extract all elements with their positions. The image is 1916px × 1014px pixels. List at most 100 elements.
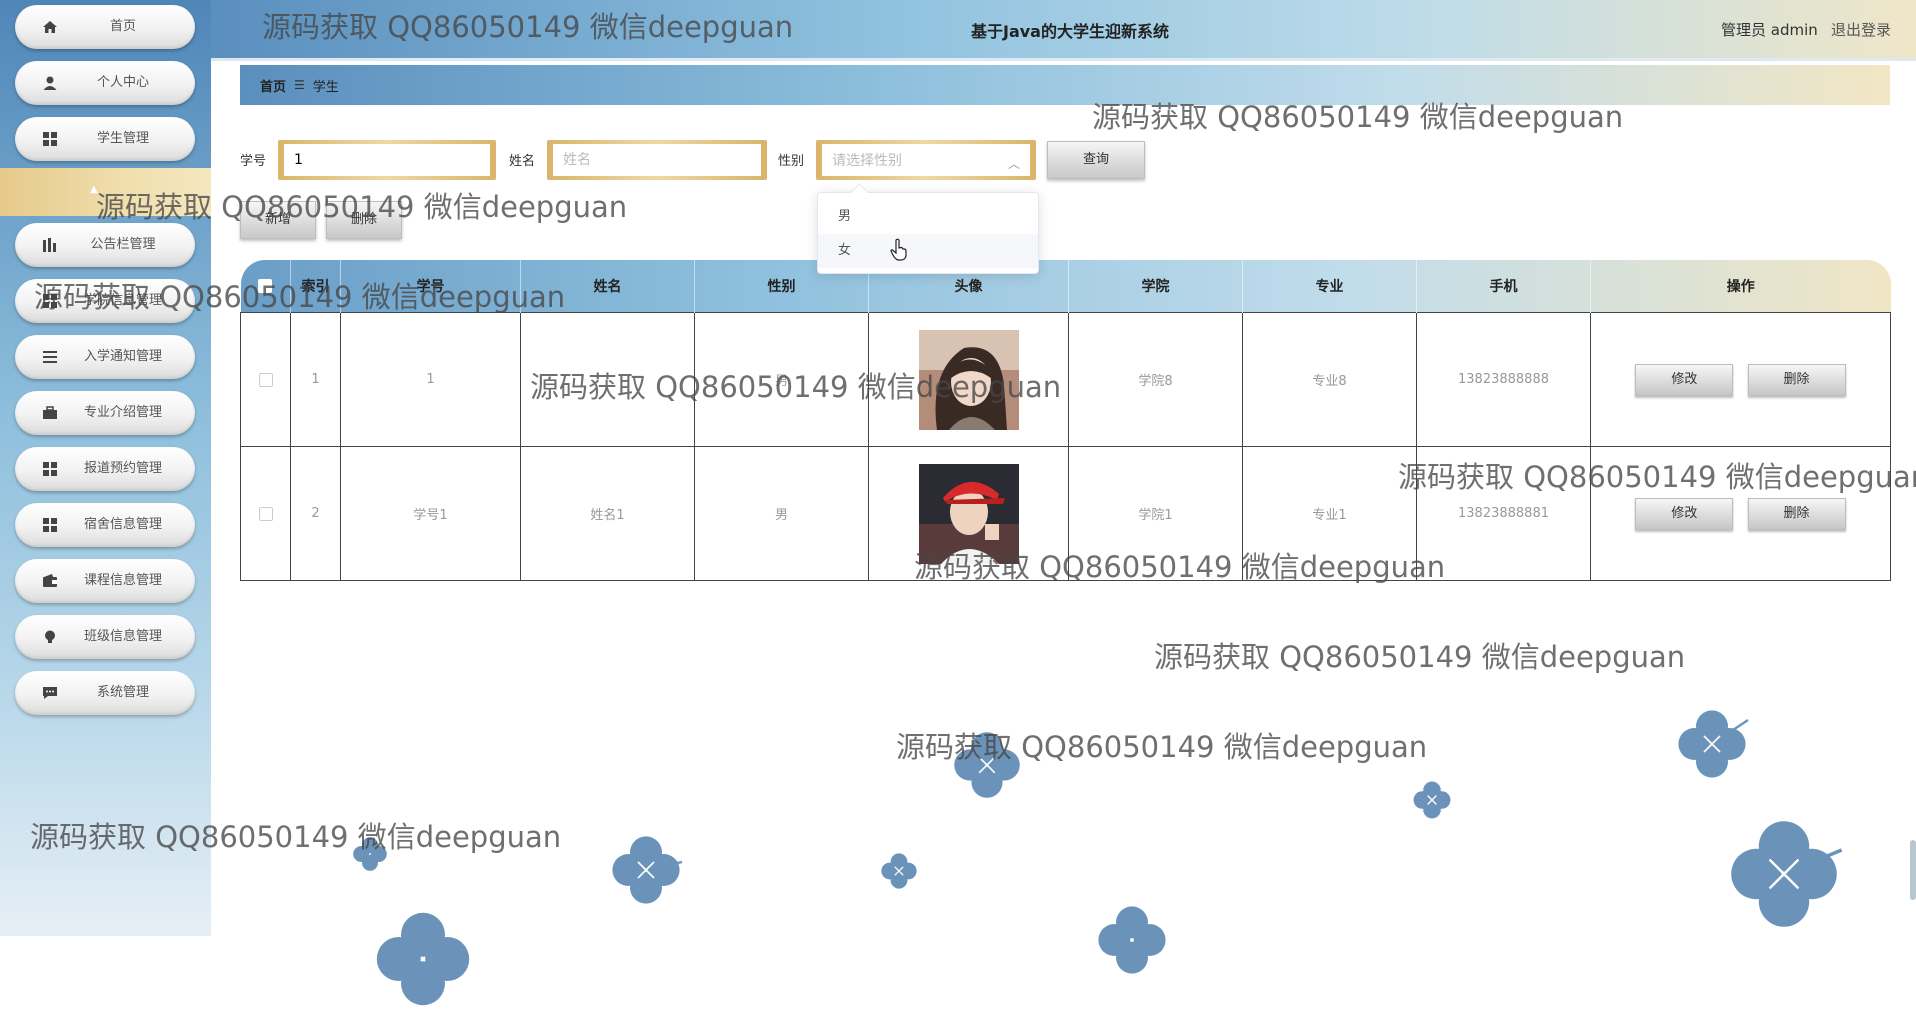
flower-decoration-icon: [612, 836, 683, 904]
sidebar-item-class-info[interactable]: 班级信息管理: [15, 615, 195, 659]
cell-name: [520, 312, 695, 447]
student-avatar-image: [918, 463, 1019, 564]
flower-decoration-icon: [1098, 906, 1166, 974]
gender-select-placeholder: 请选择性别: [832, 153, 902, 169]
sidebar-item-label: 班级信息管理: [83, 629, 162, 644]
table-row: 2 学号1 姓名1 男 学院1 专业1 13823888881 修改 删除: [240, 446, 1891, 581]
column-header-index: 索引: [290, 260, 341, 313]
student-no-input[interactable]: [284, 144, 490, 176]
name-input-wrapper: [547, 140, 767, 180]
cell-gender: 男: [694, 312, 869, 447]
flower-decoration-icon: [1731, 821, 1843, 927]
sidebar-item-enrollment-notice[interactable]: 入学通知管理: [15, 335, 195, 379]
row-checkbox[interactable]: [258, 506, 273, 521]
flower-decoration-icon: [954, 732, 1020, 798]
sidebar-item-label: 学生管理: [96, 131, 149, 146]
student-no-label: 学号: [240, 154, 267, 169]
sidebar-item-system-management[interactable]: 系统管理: [15, 671, 195, 715]
sidebar-item-report-appointment[interactable]: 报道预约管理: [15, 447, 195, 491]
breadcrumb-separator-icon: ☰: [294, 78, 305, 92]
student-table: 索引 学号 姓名 性别 头像 学院 专业 手机 操作 1 1 男 学院8 专业8…: [240, 260, 1891, 581]
table-header-row: 索引 学号 姓名 性别 头像 学院 专业 手机 操作: [240, 260, 1891, 313]
name-label: 姓名: [509, 154, 536, 169]
column-header-phone: 手机: [1416, 260, 1591, 313]
grid-icon: [41, 130, 59, 148]
gender-option-male[interactable]: 男: [818, 200, 1038, 234]
sidebar-item-label: 入学通知管理: [83, 349, 162, 364]
delete-button[interactable]: 删除: [1747, 363, 1846, 396]
column-header-major: 专业: [1242, 260, 1417, 313]
cell-index: 1: [290, 312, 341, 447]
sidebar: ▲ 首页 个人中心 学生管理 公告栏管理 学院信息管理 入学通知管理 专业介绍管…: [0, 0, 211, 936]
cell-avatar: [868, 312, 1069, 447]
cell-actions: 修改 删除: [1590, 446, 1891, 581]
gender-option-female[interactable]: 女: [818, 234, 1038, 268]
chevron-up-icon: ▲: [90, 184, 98, 195]
query-button[interactable]: 查询: [1047, 141, 1145, 179]
column-header-actions: 操作: [1590, 260, 1891, 313]
edit-button[interactable]: 修改: [1635, 363, 1734, 396]
cell-actions: 修改 删除: [1590, 312, 1891, 447]
row-checkbox-cell: [240, 446, 291, 581]
gender-select-wrapper: 请选择性别 ︿: [816, 140, 1036, 180]
flower-decoration-icon: [353, 837, 387, 871]
sidebar-item-label: 首页: [109, 19, 136, 34]
grid-icon: [41, 460, 59, 478]
watermark-text: 源码获取 QQ86050149 微信deepguan: [1154, 640, 1686, 674]
column-header-student-no: 学号: [340, 260, 521, 313]
sidebar-item-label: 课程信息管理: [83, 573, 162, 588]
logout-link[interactable]: 退出登录: [1831, 19, 1891, 40]
cell-major: 专业8: [1242, 312, 1417, 447]
sidebar-item-label: 公告栏管理: [90, 237, 156, 252]
page-scrollbar[interactable]: [1910, 840, 1916, 900]
batch-delete-button[interactable]: 删除: [326, 201, 402, 239]
select-all-checkbox[interactable]: [258, 279, 273, 293]
briefcase-icon: [41, 404, 59, 422]
cell-college: 学院1: [1068, 446, 1243, 581]
list-icon: [41, 348, 59, 366]
top-header: 基于Java的大学生迎新系统 管理员 admin 退出登录: [211, 0, 1916, 61]
sidebar-item-label: 专业介绍管理: [83, 405, 162, 420]
grid-icon: [41, 292, 59, 310]
edit-button[interactable]: 修改: [1635, 497, 1734, 530]
cell-avatar: [868, 446, 1069, 581]
flower-decoration-icon: [1413, 781, 1451, 819]
gender-select[interactable]: 请选择性别 ︿: [822, 144, 1030, 176]
cell-student-no: 1: [340, 312, 521, 447]
column-header-name: 姓名: [520, 260, 695, 313]
sidebar-item-notice-board[interactable]: 公告栏管理: [15, 223, 195, 267]
grid-icon: [41, 516, 59, 534]
select-all-checkbox-cell[interactable]: [240, 260, 291, 313]
row-checkbox-cell: [240, 312, 291, 447]
cell-student-no: 学号1: [340, 446, 521, 581]
app-title: 基于Java的大学生迎新系统: [971, 22, 1169, 41]
sidebar-active-indicator: ▲: [0, 168, 211, 216]
table-row: 1 1 男 学院8 专业8 13823888888 修改 删除: [240, 312, 1891, 447]
chat-icon: [41, 684, 59, 702]
sidebar-item-course-info[interactable]: 课程信息管理: [15, 559, 195, 603]
gender-label: 性别: [778, 154, 805, 169]
delete-button[interactable]: 删除: [1747, 497, 1846, 530]
student-no-input-wrapper: [278, 140, 496, 180]
sidebar-item-dormitory-info[interactable]: 宿舍信息管理: [15, 503, 195, 547]
sidebar-item-college-info[interactable]: 学院信息管理: [15, 279, 195, 323]
sidebar-item-label: 宿舍信息管理: [83, 517, 162, 532]
cell-index: 2: [290, 446, 341, 581]
cell-phone: 13823888881: [1416, 446, 1591, 581]
name-input[interactable]: [553, 144, 761, 176]
flower-decoration-icon: [1678, 710, 1749, 778]
add-button[interactable]: 新增: [240, 201, 316, 239]
sidebar-item-student-management[interactable]: 学生管理: [15, 117, 195, 161]
sidebar-item-label: 系统管理: [96, 685, 149, 700]
home-icon: [41, 18, 59, 36]
row-checkbox[interactable]: [258, 372, 273, 387]
cell-major: 专业1: [1242, 446, 1417, 581]
cell-name: 姓名1: [520, 446, 695, 581]
sidebar-item-home[interactable]: 首页: [15, 5, 195, 49]
sidebar-item-major-intro[interactable]: 专业介绍管理: [15, 391, 195, 435]
sidebar-item-personal-center[interactable]: 个人中心: [15, 61, 195, 105]
current-user-label: 管理员 admin: [1721, 21, 1818, 39]
sidebar-item-label: 报道预约管理: [83, 461, 162, 476]
gender-dropdown: 男 女: [817, 192, 1039, 274]
breadcrumb-home-link[interactable]: 首页: [260, 76, 286, 95]
